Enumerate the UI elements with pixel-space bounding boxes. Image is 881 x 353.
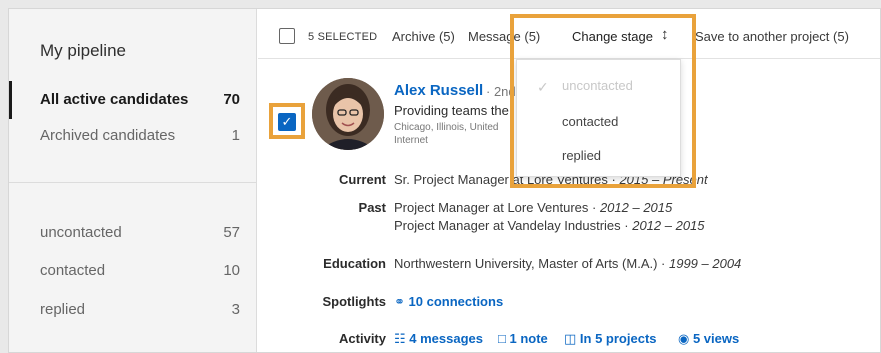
sidebar-item-count: 1 <box>231 127 240 144</box>
activity-views[interactable]: ◉ 5 views <box>678 331 739 347</box>
sidebar-item-label: uncontacted <box>40 224 122 241</box>
sidebar-item-archived[interactable]: Archived candidates 1 <box>40 127 240 144</box>
activity-views-text: 5 views <box>692 331 740 346</box>
connections-icon: ⚭ <box>394 294 405 309</box>
change-stage-highlight <box>510 14 696 188</box>
select-all-checkbox[interactable] <box>279 28 295 44</box>
activity-messages[interactable]: ☷ 4 messages <box>394 331 483 347</box>
sidebar-item-contacted[interactable]: contacted 10 <box>40 262 240 279</box>
sidebar-divider <box>9 182 257 183</box>
education-label: Education <box>323 256 386 271</box>
current-label: Current <box>339 172 386 187</box>
sidebar-item-label: All active candidates <box>40 91 189 108</box>
selected-count: 5 SELECTED <box>308 31 378 43</box>
pipeline-panel: My pipeline All active candidates 70 Arc… <box>8 8 881 353</box>
past-position: Project Manager at Vandelay Industries ·… <box>394 218 705 233</box>
activity-messages-text: 4 messages <box>409 331 484 346</box>
sidebar-item-replied[interactable]: replied 3 <box>40 301 240 318</box>
sidebar-item-label: replied <box>40 301 86 318</box>
sidebar-title: My pipeline <box>40 41 126 60</box>
checkbox-highlight <box>269 103 305 139</box>
sidebar-item-all-active[interactable]: All active candidates 70 <box>40 91 240 108</box>
activity-projects[interactable]: ◫ In 5 projects <box>564 331 657 347</box>
candidate-name[interactable]: Alex Russell <box>394 82 483 99</box>
spotlights-text: 10 connections <box>408 294 504 309</box>
avatar-photo <box>312 78 384 150</box>
sidebar-item-label: Archived candidates <box>40 127 176 144</box>
spotlights-label: Spotlights <box>322 294 386 309</box>
education: Northwestern University, Master of Arts … <box>394 256 741 271</box>
sidebar-item-label: contacted <box>40 262 106 279</box>
main-content: 5 SELECTED Archive (5) Message (5) Chang… <box>258 9 880 352</box>
activity-notes-text: 1 note <box>509 331 548 346</box>
past-label: Past <box>358 200 386 215</box>
education-text: Northwestern University, Master of Arts … <box>394 256 669 271</box>
folder-icon: ◫ <box>564 331 577 346</box>
sidebar-item-count: 57 <box>223 224 240 241</box>
avatar[interactable] <box>312 78 384 150</box>
note-icon: □ <box>498 331 506 346</box>
activity-projects-text: In 5 projects <box>579 331 657 346</box>
education-dates: 1999 – 2004 <box>668 256 742 271</box>
past-dates: 2012 – 2015 <box>632 218 705 233</box>
past-position-text: Project Manager at Vandelay Industries · <box>394 218 633 233</box>
activity-label: Activity <box>339 331 386 346</box>
sidebar-item-count: 3 <box>231 301 240 318</box>
past-position-text: Project Manager at Lore Ventures · <box>394 200 600 215</box>
candidate-headline: Providing teams the <box>394 103 509 118</box>
past-position: Project Manager at Lore Ventures · 2012 … <box>394 200 672 215</box>
messages-icon: ☷ <box>394 331 406 346</box>
activity-notes[interactable]: □ 1 note <box>498 331 548 346</box>
sidebar: My pipeline All active candidates 70 Arc… <box>9 9 257 352</box>
candidate-industry: Internet <box>394 135 428 146</box>
sidebar-item-uncontacted[interactable]: uncontacted 57 <box>40 224 240 241</box>
sidebar-item-count: 70 <box>223 91 240 108</box>
archive-button[interactable]: Archive (5) <box>392 29 455 44</box>
eye-icon: ◉ <box>678 331 690 346</box>
spotlights-connections[interactable]: ⚭ 10 connections <box>394 294 503 310</box>
past-dates: 2012 – 2015 <box>599 200 673 215</box>
active-indicator <box>9 81 12 119</box>
save-to-project-button[interactable]: Save to another project (5) <box>695 29 849 44</box>
sidebar-item-count: 10 <box>223 262 240 279</box>
candidate-location: Chicago, Illinois, United <box>394 122 499 133</box>
